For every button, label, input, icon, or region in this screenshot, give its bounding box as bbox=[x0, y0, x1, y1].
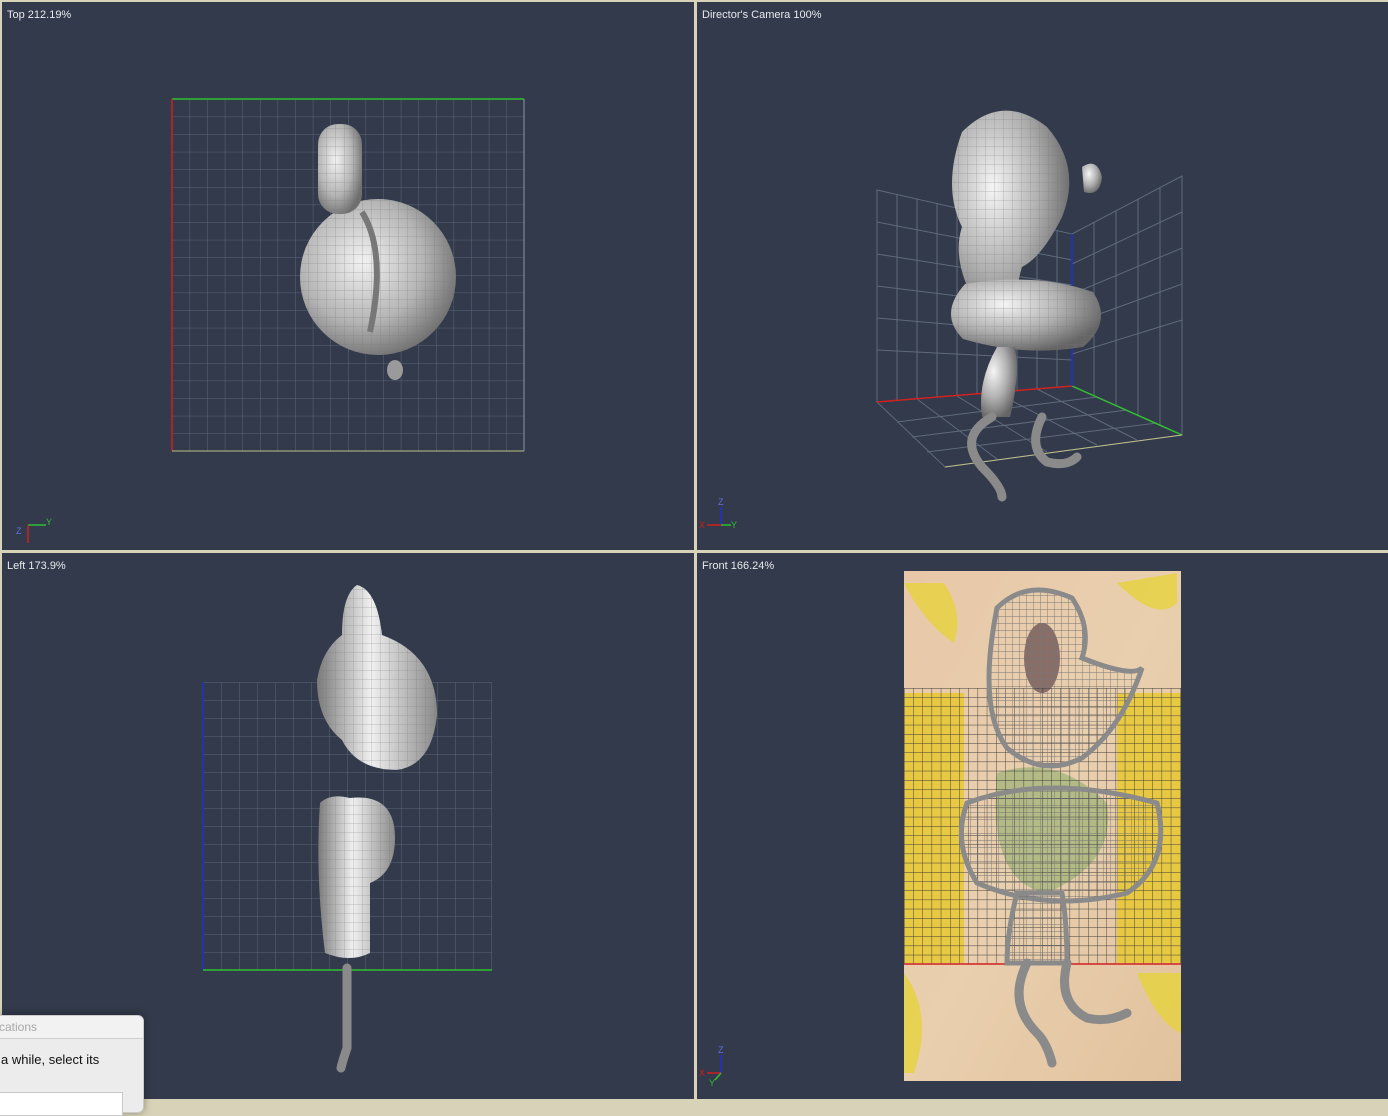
viewport-top[interactable]: Y Z Top 212.19% bbox=[2, 2, 694, 550]
camera-axis-x bbox=[876, 385, 1073, 403]
camera-axis-x-label: X bbox=[699, 520, 705, 530]
viewport-front[interactable]: Z X Y Front 166.24% bbox=[697, 553, 1388, 1099]
front-axis-y-label: Y bbox=[709, 1078, 715, 1088]
front-view-canvas[interactable]: Z X Y bbox=[697, 553, 1388, 1099]
top-axis-y-label: Y bbox=[46, 517, 52, 527]
front-axis-z-label: Z bbox=[718, 1045, 724, 1055]
viewport-directors-camera[interactable]: Z X Y Director's Camera 100% bbox=[697, 2, 1388, 550]
front-axis-gizmo: Z X Y bbox=[699, 1045, 724, 1088]
camera-view-canvas[interactable]: Z X Y bbox=[697, 2, 1388, 550]
top-axis-z-label: Z bbox=[16, 526, 22, 536]
camera-axis-y bbox=[1071, 385, 1183, 436]
left-viewport-label: Left 173.9% bbox=[7, 560, 66, 572]
dialog-title: cations bbox=[0, 1016, 143, 1039]
notification-dialog[interactable]: cations a while, select its bbox=[0, 1015, 144, 1116]
top-axis-gizmo: Y Z bbox=[16, 517, 52, 543]
dialog-text-field[interactable] bbox=[0, 1092, 123, 1116]
front-axis-x-label: X bbox=[699, 1068, 705, 1078]
camera-axis-y-label: Y bbox=[731, 520, 737, 530]
camera-viewport-label: Director's Camera 100% bbox=[702, 9, 822, 21]
top-viewport-label: Top 212.19% bbox=[7, 9, 72, 21]
front-viewport-label: Front 166.24% bbox=[702, 560, 775, 572]
top-view-canvas[interactable]: Y Z bbox=[2, 2, 694, 550]
dialog-message: a while, select its bbox=[1, 1052, 100, 1067]
camera-axis-z-label: Z bbox=[718, 497, 724, 507]
camera-axis-gizmo: Z X Y bbox=[699, 497, 737, 530]
